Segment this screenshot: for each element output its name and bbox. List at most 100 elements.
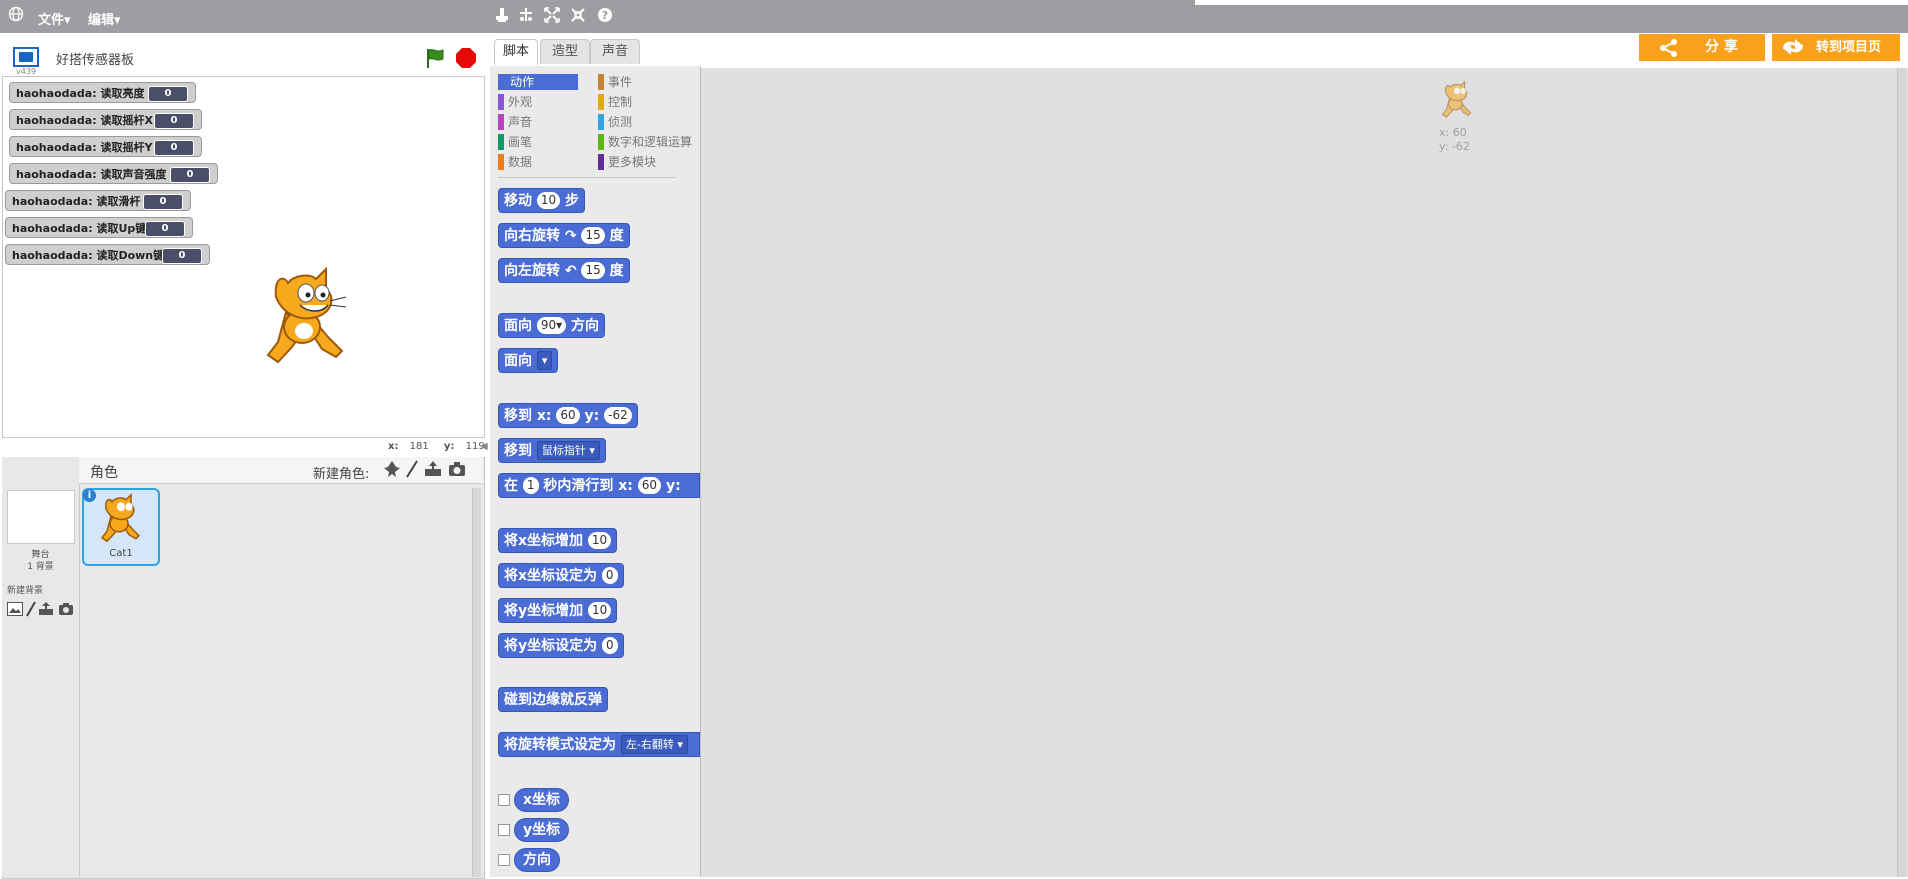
block-dropdown[interactable]: 左-右翻转 ▾ bbox=[620, 734, 688, 754]
variable-monitor[interactable]: haohaodada: 读取亮度 0 bbox=[9, 82, 196, 103]
variable-monitor[interactable]: haohaodada: 读取滑杆 0 bbox=[5, 190, 191, 211]
block-bounce[interactable]: 碰到边缘就反弹 bbox=[498, 687, 608, 712]
category-events[interactable]: 事件 bbox=[598, 74, 632, 90]
stop-sign-icon[interactable] bbox=[455, 47, 477, 72]
backdrop-library-icon[interactable] bbox=[7, 602, 23, 619]
chevron-down-icon: ▾ bbox=[64, 13, 71, 28]
category-more-blocks[interactable]: 更多模块 bbox=[598, 154, 656, 170]
variable-monitor[interactable]: haohaodada: 读取摇杆Y 0 bbox=[9, 136, 202, 157]
variable-monitor[interactable]: haohaodada: 读取摇杆X 0 bbox=[9, 109, 202, 130]
collapse-stage-icon[interactable]: ◀ bbox=[480, 441, 488, 452]
green-flag-icon[interactable] bbox=[424, 47, 446, 72]
reporter-y-position[interactable]: y坐标 bbox=[514, 818, 570, 842]
block-point-in-direction[interactable]: 面向 90▾ 方向 bbox=[498, 313, 606, 338]
grow-icon[interactable] bbox=[544, 6, 560, 28]
category-looks[interactable]: 外观 bbox=[498, 94, 532, 110]
block-text: 移动 bbox=[504, 193, 532, 209]
variable-monitor[interactable]: haohaodada: 读取Up键 0 bbox=[5, 217, 193, 238]
block-text: 度 bbox=[609, 263, 624, 279]
camera-icon[interactable] bbox=[58, 602, 74, 619]
tab-costumes[interactable]: 造型 bbox=[540, 39, 590, 64]
block-input[interactable]: 1 bbox=[522, 476, 539, 494]
block-input[interactable]: 60 bbox=[637, 476, 662, 494]
block-goto[interactable]: 移到 鼠标指针 ▾ bbox=[498, 438, 606, 463]
sprite-scrollbar[interactable] bbox=[472, 488, 481, 877]
block-input[interactable]: 60 bbox=[556, 406, 580, 424]
tab-sounds[interactable]: 声音 bbox=[590, 39, 640, 64]
checkbox-x-position[interactable] bbox=[498, 794, 510, 806]
stage-canvas[interactable]: haohaodada: 读取亮度 0 haohaodada: 读取摇杆X 0 h… bbox=[2, 76, 485, 438]
block-rotation-style[interactable]: 将旋转模式设定为 左-右翻转 ▾ bbox=[498, 732, 700, 757]
language-globe-icon[interactable] bbox=[8, 6, 24, 26]
block-input[interactable]: 0 bbox=[602, 636, 618, 654]
reporter-direction[interactable]: 方向 bbox=[514, 848, 560, 872]
stage-thumbnail[interactable] bbox=[7, 490, 75, 544]
block-input[interactable]: 0 bbox=[601, 566, 618, 584]
block-text: 将x坐标设定为 bbox=[504, 568, 598, 584]
block-point-towards[interactable]: 面向 ▾ bbox=[498, 348, 559, 373]
category-label: 数据 bbox=[508, 155, 533, 169]
goto-project-page-button[interactable]: 转到项目页 bbox=[1772, 34, 1900, 61]
block-input[interactable]: 90▾ bbox=[536, 316, 567, 334]
sprite-library-icon[interactable] bbox=[383, 460, 401, 481]
block-input[interactable]: 15 bbox=[581, 226, 605, 244]
paint-brush-icon[interactable] bbox=[26, 601, 36, 620]
project-title[interactable]: 好搭传感器板 bbox=[56, 49, 134, 68]
menu-edit[interactable]: 编辑▾ bbox=[88, 9, 121, 28]
block-turn-left[interactable]: 向左旋转 ↶ 15 度 bbox=[498, 258, 630, 283]
category-sound[interactable]: 声音 bbox=[498, 114, 532, 130]
scripts-area[interactable]: x: 60 y: -62 bbox=[700, 68, 1908, 877]
share-button[interactable]: 分 享 bbox=[1639, 34, 1765, 61]
block-turn-right[interactable]: 向右旋转 ↷ 15 度 bbox=[498, 223, 630, 248]
tab-scripts[interactable]: 脚本 bbox=[494, 39, 538, 65]
camera-sprite-icon[interactable] bbox=[448, 461, 466, 480]
block-input[interactable]: 10 bbox=[588, 601, 612, 619]
tab-scripts-label: 脚本 bbox=[502, 44, 529, 59]
category-data[interactable]: 数据 bbox=[498, 154, 532, 170]
block-move[interactable]: 移动 10 步 bbox=[498, 188, 586, 213]
block-goto-xy[interactable]: 移到 x: 60 y: -62 bbox=[498, 403, 638, 428]
variable-monitor[interactable]: haohaodada: 读取声音强度 0 bbox=[9, 163, 218, 184]
block-text: 碰到边缘就反弹 bbox=[504, 692, 602, 708]
block-input[interactable]: -62 bbox=[604, 406, 632, 424]
checkbox-y-position[interactable] bbox=[498, 824, 510, 836]
category-label: 控制 bbox=[608, 95, 633, 109]
duplicate-stamp-icon[interactable] bbox=[494, 6, 510, 28]
info-icon[interactable]: i bbox=[83, 489, 96, 502]
category-sensing[interactable]: 侦测 bbox=[598, 114, 632, 130]
cut-scissors-icon[interactable] bbox=[518, 6, 534, 28]
block-text: 方向 bbox=[571, 318, 600, 334]
block-dropdown[interactable]: 鼠标指针 ▾ bbox=[536, 440, 600, 460]
help-question-icon[interactable]: ? bbox=[597, 6, 613, 28]
sprite-y-readout: y: -62 bbox=[1439, 140, 1470, 153]
block-text: 将y坐标增加 bbox=[504, 603, 584, 619]
reporter-label: x坐标 bbox=[523, 792, 561, 808]
block-input[interactable]: 10 bbox=[587, 531, 612, 549]
upload-icon[interactable] bbox=[38, 601, 54, 619]
category-control[interactable]: 控制 bbox=[598, 94, 632, 110]
shrink-icon[interactable] bbox=[570, 6, 586, 28]
reporter-x-position[interactable]: x坐标 bbox=[514, 788, 570, 812]
top-strip bbox=[1195, 0, 1908, 5]
block-input[interactable]: 10 bbox=[536, 191, 561, 209]
block-input[interactable]: 15 bbox=[581, 261, 605, 279]
paint-new-sprite-icon[interactable] bbox=[406, 460, 418, 481]
upload-sprite-icon[interactable] bbox=[424, 460, 442, 481]
checkbox-direction[interactable] bbox=[498, 854, 510, 866]
block-change-y[interactable]: 将y坐标增加 10 bbox=[498, 598, 618, 623]
block-glide[interactable]: 在 1 秒内滑行到 x: 60 y: bbox=[498, 473, 700, 498]
block-set-y[interactable]: 将y坐标设定为 0 bbox=[498, 633, 624, 658]
scripts-scrollbar[interactable] bbox=[1897, 68, 1906, 877]
category-operators[interactable]: 数字和逻辑运算 bbox=[598, 134, 692, 150]
swap-arrows-icon bbox=[1780, 37, 1806, 67]
category-label: 更多模块 bbox=[608, 155, 657, 169]
category-pen[interactable]: 画笔 bbox=[498, 134, 532, 150]
menu-file[interactable]: 文件▾ bbox=[38, 9, 71, 28]
variable-monitor[interactable]: haohaodada: 读取Down键 0 bbox=[5, 244, 210, 265]
cat-sprite[interactable] bbox=[256, 266, 356, 375]
sprite-tile[interactable]: i Cat1 bbox=[82, 488, 160, 566]
category-motion[interactable]: 动作 bbox=[498, 74, 578, 90]
block-dropdown[interactable]: ▾ bbox=[536, 350, 553, 370]
block-change-x[interactable]: 将x坐标增加 10 bbox=[498, 528, 618, 553]
block-set-x[interactable]: 将x坐标设定为 0 bbox=[498, 563, 624, 588]
